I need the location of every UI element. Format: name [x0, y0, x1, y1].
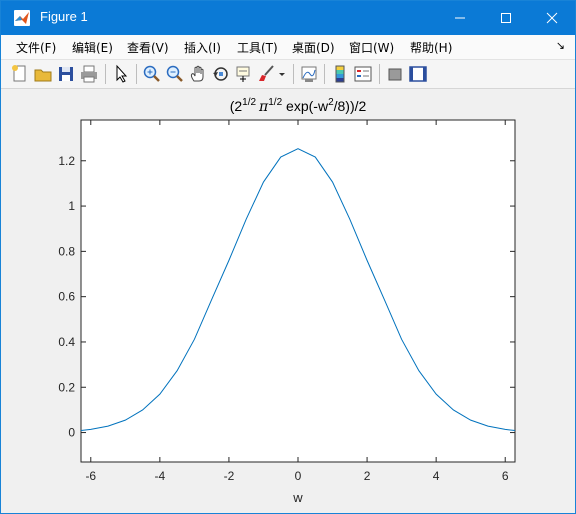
plot-svg[interactable]: (21/2 π1/2 exp(-w2/8))/2 -6 -4 -2 0 2 4 6 0 0.2 0.…: [1, 89, 575, 513]
toolbar: [1, 60, 575, 89]
toolbar-separator: [105, 64, 106, 84]
menu-file[interactable]: 文件(F): [16, 39, 56, 56]
brush-icon[interactable]: [257, 64, 277, 84]
figure-window: Figure 1 文件(F) 编辑(E) 查看(V) 插入(I) 工具(T) 桌…: [0, 0, 576, 514]
select-arrow-icon[interactable]: [111, 64, 131, 84]
close-button[interactable]: [529, 1, 575, 35]
y-tick-label: 1: [68, 199, 75, 213]
x-tick-label: -6: [85, 469, 96, 483]
maximize-button[interactable]: [483, 1, 529, 35]
x-axis-label: w: [292, 490, 303, 505]
y-tick-label: 0.8: [58, 244, 75, 258]
x-tick-label: 6: [502, 469, 509, 483]
toolbar-separator: [379, 64, 380, 84]
rotate-3d-icon[interactable]: [211, 64, 231, 84]
toolbar-separator: [293, 64, 294, 84]
y-tick-label: 0.2: [58, 380, 75, 394]
title-bar[interactable]: Figure 1: [1, 1, 575, 35]
hide-plot-tools-icon[interactable]: [385, 64, 405, 84]
menu-bar: 文件(F) 编辑(E) 查看(V) 插入(I) 工具(T) 桌面(D) 窗口(W…: [1, 35, 575, 60]
y-tick-label: 0.6: [58, 290, 75, 304]
menu-window[interactable]: 窗口(W): [349, 39, 394, 56]
minimize-icon: [455, 17, 465, 19]
y-tick-label: 0: [68, 426, 75, 440]
close-icon: [546, 12, 558, 24]
menu-help[interactable]: 帮助(H): [410, 39, 452, 56]
y-tick-label: 0.4: [58, 335, 75, 349]
toolbar-separator: [324, 64, 325, 84]
dock-arrow-icon[interactable]: ↘: [556, 39, 565, 52]
figure-canvas[interactable]: (21/2 π1/2 exp(-w2/8))/2 -6 -4 -2 0 2 4 6 0 0.2 0.…: [1, 89, 575, 513]
zoom-out-icon[interactable]: [165, 64, 185, 84]
axes-box[interactable]: [80, 119, 516, 463]
print-icon[interactable]: [79, 64, 99, 84]
menu-insert[interactable]: 插入(I): [184, 39, 221, 56]
open-file-icon[interactable]: [33, 64, 53, 84]
menu-desktop[interactable]: 桌面(D): [292, 39, 335, 56]
toolbar-separator: [136, 64, 137, 84]
window-title: Figure 1: [40, 9, 88, 24]
insert-colorbar-icon[interactable]: [330, 64, 350, 84]
minimize-button[interactable]: [437, 1, 483, 35]
maximize-icon: [501, 13, 511, 23]
menu-tools[interactable]: 工具(T): [237, 39, 278, 56]
y-tick-label: 1.2: [58, 154, 75, 168]
pan-hand-icon[interactable]: [188, 64, 208, 84]
x-tick-label: 4: [433, 469, 440, 483]
x-tick-label: -2: [224, 469, 235, 483]
matlab-icon: [14, 10, 30, 26]
chart-title: (21/2 π1/2 exp(-w2/8))/2: [230, 97, 367, 115]
save-icon[interactable]: [56, 64, 76, 84]
x-tick-label: -4: [155, 469, 166, 483]
menu-edit[interactable]: 编辑(E): [72, 39, 113, 56]
menu-view[interactable]: 查看(V): [127, 39, 169, 56]
zoom-in-icon[interactable]: [142, 64, 162, 84]
brush-dropdown-icon[interactable]: [277, 64, 287, 84]
link-plot-icon[interactable]: [299, 64, 319, 84]
new-figure-icon[interactable]: [10, 64, 30, 84]
show-plot-tools-icon[interactable]: [408, 64, 428, 84]
data-cursor-icon[interactable]: [234, 64, 254, 84]
x-tick-label: 2: [364, 469, 371, 483]
x-tick-label: 0: [295, 469, 302, 483]
insert-legend-icon[interactable]: [353, 64, 373, 84]
